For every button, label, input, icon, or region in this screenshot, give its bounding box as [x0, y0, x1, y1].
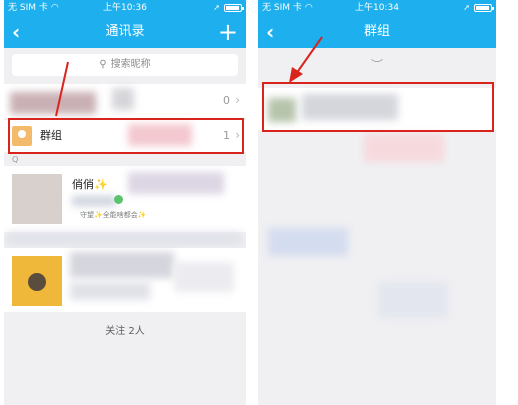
right-arrow-head-icon	[289, 67, 303, 83]
annotation-arrows	[55, 36, 323, 117]
right-arrow-line	[295, 36, 323, 75]
left-arrow-line	[55, 61, 69, 117]
screenshot-stage: 无 SIM 卡 ◠ 上午10:36 ➚ ‹ 通讯录 + ⚲ 搜索昵称 0 › 群…	[0, 0, 518, 405]
